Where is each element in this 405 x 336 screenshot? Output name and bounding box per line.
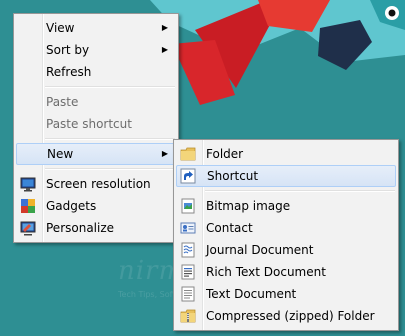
menu-item-new[interactable]: New ▶ <box>16 143 176 165</box>
menu-item-sort-by[interactable]: Sort by ▶ <box>16 39 176 61</box>
menu-item-label: Contact <box>206 221 253 235</box>
contact-icon <box>180 222 196 234</box>
menu-item-label: Folder <box>206 147 244 161</box>
menu-item-label: Bitmap image <box>206 199 291 213</box>
new-item-rich-text-document[interactable]: Rich Text Document <box>176 261 396 283</box>
bitmap-icon <box>181 198 195 214</box>
menu-item-label: Screen resolution <box>46 177 151 191</box>
menu-item-label: Text Document <box>206 287 297 301</box>
menu-item-paste[interactable]: Paste <box>16 91 176 113</box>
new-submenu: Folder Shortcut Bitmap image Contact Jou… <box>173 139 399 331</box>
menu-item-label: Rich Text Document <box>206 265 326 279</box>
menu-separator <box>45 86 175 88</box>
desktop-context-menu: View ▶ Sort by ▶ Refresh Paste Paste sho… <box>13 13 179 243</box>
menu-item-label: Paste <box>46 95 79 109</box>
menu-item-label: Shortcut <box>207 169 259 183</box>
menu-item-label: Journal Document <box>206 243 314 257</box>
menu-item-view[interactable]: View ▶ <box>16 17 176 39</box>
menu-item-paste-shortcut[interactable]: Paste shortcut <box>16 113 176 135</box>
menu-item-label: Sort by <box>46 43 90 57</box>
zipped-folder-icon <box>180 309 196 323</box>
menu-item-label: View <box>46 21 75 35</box>
new-item-shortcut[interactable]: Shortcut <box>176 165 396 187</box>
submenu-arrow-icon: ▶ <box>161 23 168 32</box>
new-item-text-document[interactable]: Text Document <box>176 283 396 305</box>
personalize-icon <box>20 221 36 236</box>
journal-icon <box>181 242 195 258</box>
menu-item-screen-resolution[interactable]: Screen resolution <box>16 173 176 195</box>
new-item-folder[interactable]: Folder <box>176 143 396 165</box>
menu-item-refresh[interactable]: Refresh <box>16 61 176 83</box>
rich-text-icon <box>181 264 195 280</box>
submenu-arrow-icon: ▶ <box>161 45 168 54</box>
menu-item-gadgets[interactable]: Gadgets <box>16 195 176 217</box>
new-item-bitmap-image[interactable]: Bitmap image <box>176 195 396 217</box>
menu-item-label: Compressed (zipped) Folder <box>206 309 375 323</box>
new-item-journal-document[interactable]: Journal Document <box>176 239 396 261</box>
menu-item-label: Personalize <box>46 221 115 235</box>
gadgets-icon <box>21 199 35 213</box>
menu-separator <box>45 138 175 140</box>
submenu-arrow-icon: ▶ <box>161 149 168 158</box>
menu-separator <box>45 168 175 170</box>
menu-item-label: New <box>47 147 74 161</box>
new-item-compressed-folder[interactable]: Compressed (zipped) Folder <box>176 305 396 327</box>
menu-item-label: Paste shortcut <box>46 117 132 131</box>
menu-separator <box>205 190 395 192</box>
screen-resolution-icon <box>20 177 36 192</box>
text-document-icon <box>181 286 195 302</box>
menu-item-personalize[interactable]: Personalize <box>16 217 176 239</box>
folder-icon <box>180 147 196 161</box>
new-item-contact[interactable]: Contact <box>176 217 396 239</box>
menu-item-label: Gadgets <box>46 199 97 213</box>
menu-item-label: Refresh <box>46 65 92 79</box>
shortcut-icon <box>180 168 196 184</box>
